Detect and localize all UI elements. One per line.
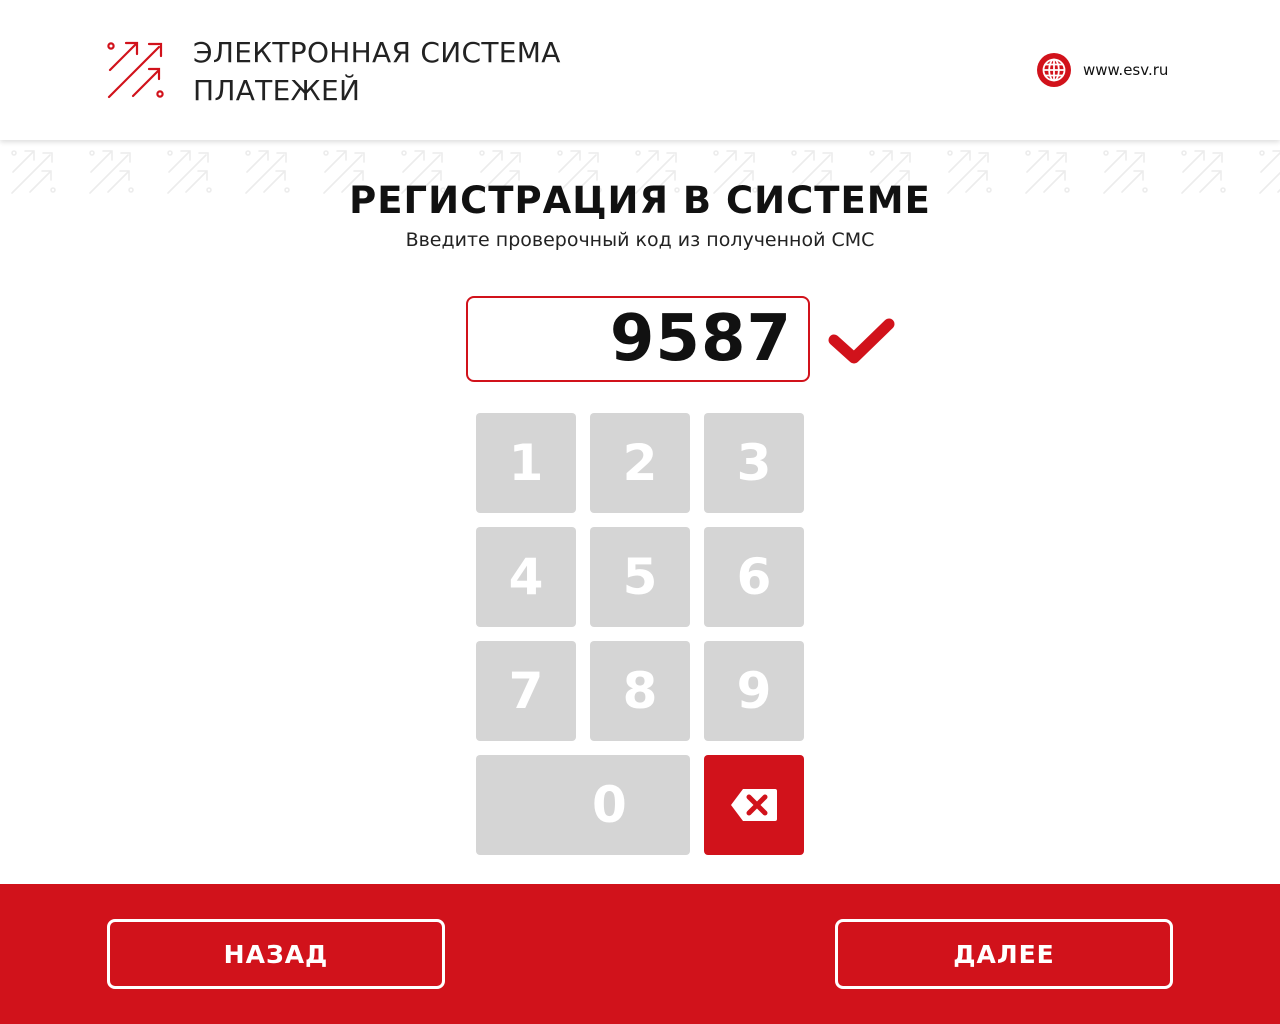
key-9[interactable]: 9 bbox=[704, 641, 804, 741]
logo-line-2: ПЛАТЕЖЕЙ bbox=[193, 74, 361, 107]
key-1[interactable]: 1 bbox=[476, 413, 576, 513]
sms-code-input[interactable]: 9587 bbox=[466, 296, 810, 382]
key-3[interactable]: 3 bbox=[704, 413, 804, 513]
key-7[interactable]: 7 bbox=[476, 641, 576, 741]
key-5[interactable]: 5 bbox=[590, 527, 690, 627]
globe-icon bbox=[1037, 53, 1071, 87]
arrows-logo-icon bbox=[107, 41, 164, 99]
check-icon bbox=[828, 318, 895, 364]
header: ЭЛЕКТРОННАЯ СИСТЕМА ПЛАТЕЖЕЙ www.esv.ru bbox=[0, 0, 1280, 140]
logo-line-1: ЭЛЕКТРОННАЯ СИСТЕМА bbox=[193, 36, 561, 69]
key-6[interactable]: 6 bbox=[704, 527, 804, 627]
website-url[interactable]: www.esv.ru bbox=[1083, 61, 1168, 79]
key-8[interactable]: 8 bbox=[590, 641, 690, 741]
next-button[interactable]: ДАЛЕЕ bbox=[835, 919, 1173, 989]
backspace-button[interactable] bbox=[704, 755, 804, 855]
key-2[interactable]: 2 bbox=[590, 413, 690, 513]
website-link[interactable]: www.esv.ru bbox=[1036, 52, 1168, 88]
page-title: РЕГИСТРАЦИЯ В СИСТЕМЕ bbox=[349, 179, 931, 222]
key-4[interactable]: 4 bbox=[476, 527, 576, 627]
footer-bar: НАЗАД ДАЛЕЕ bbox=[0, 884, 1280, 1024]
key-0[interactable]: 0 bbox=[476, 755, 690, 855]
page-subtitle: Введите проверочный код из полученной СМ… bbox=[405, 229, 875, 251]
back-button[interactable]: НАЗАД bbox=[107, 919, 445, 989]
logo-text: ЭЛЕКТРОННАЯ СИСТЕМА ПЛАТЕЖЕЙ bbox=[193, 34, 561, 110]
backspace-icon bbox=[731, 789, 777, 821]
